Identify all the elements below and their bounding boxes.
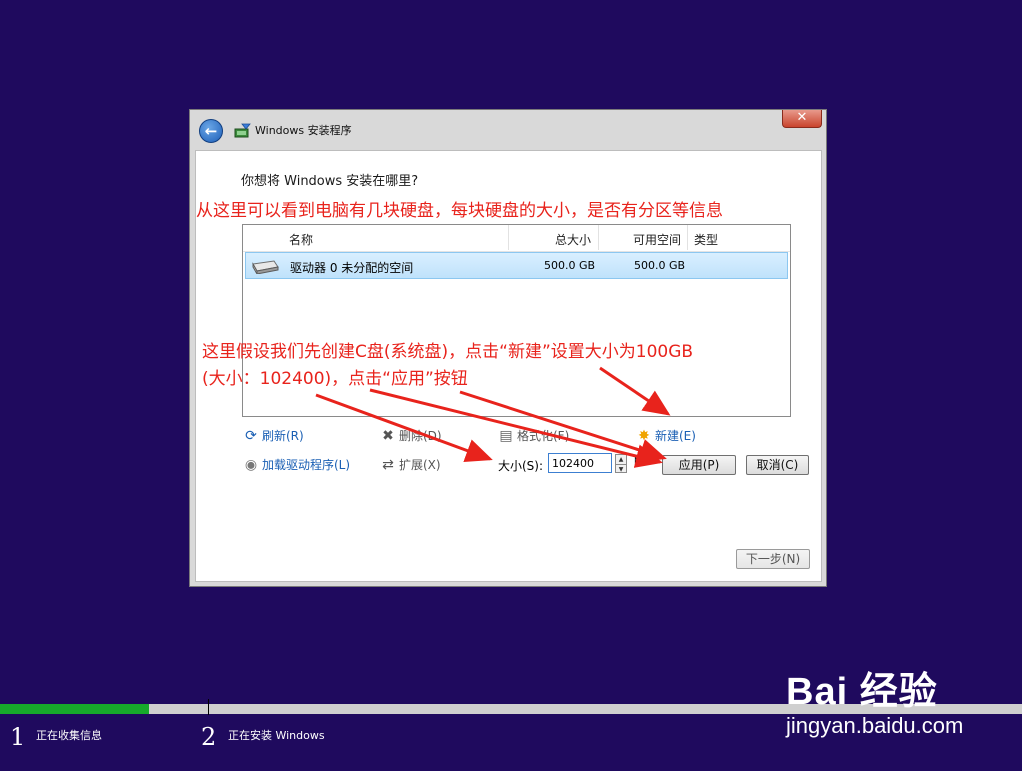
size-unit: MB (634, 457, 648, 467)
size-stepper[interactable]: ▲ ▼ (615, 454, 627, 473)
next-button[interactable]: 下一步(N) (736, 549, 810, 569)
refresh-icon: ⟳ (245, 427, 257, 444)
extend-label: 扩展(X) (399, 458, 441, 472)
progress-divider (208, 699, 209, 715)
format-action[interactable]: ▤ 格式化(F) (498, 427, 569, 444)
delete-icon: ✖ (382, 427, 394, 444)
row-free-space: 500.0 GB (634, 259, 686, 272)
header-total-size[interactable]: 总大小 (555, 231, 591, 248)
stepper-up-icon[interactable]: ▲ (616, 455, 626, 465)
extend-action[interactable]: ⇄ 扩展(X) (380, 456, 441, 473)
size-label: 大小(S): (498, 459, 544, 473)
table-header: 名称 总大小 可用空间 类型 (243, 225, 790, 252)
row-disk-name: 驱动器 0 未分配的空间 (290, 261, 414, 275)
header-name[interactable]: 名称 (289, 231, 313, 248)
annotation-line-2: 这里假设我们先创建C盘(系统盘)，点击“新建”设置大小为100GB (202, 342, 694, 362)
apply-button[interactable]: 应用(P) (662, 455, 736, 475)
format-drive-icon: ▤ (499, 427, 513, 444)
column-separator (598, 225, 599, 250)
column-separator (508, 225, 509, 250)
step-2-number: 2 (201, 723, 217, 751)
header-type[interactable]: 类型 (694, 231, 718, 248)
new-label: 新建(E) (655, 429, 696, 443)
title-bar: ← Windows 安装程序 ✕ (190, 110, 826, 150)
load-driver-label: 加载驱动程序(L) (262, 458, 351, 472)
size-input[interactable] (548, 453, 612, 473)
step-1-label: 正在收集信息 (36, 729, 102, 742)
page-question: 你想将 Windows 安装在哪里? (241, 174, 419, 189)
format-label: 格式化(F) (517, 429, 570, 443)
delete-action[interactable]: ✖ 删除(D) (380, 427, 442, 444)
step-2-label: 正在安装 Windows (228, 729, 325, 742)
cancel-button[interactable]: 取消(C) (746, 455, 809, 475)
delete-label: 删除(D) (399, 429, 442, 443)
stepper-down-icon[interactable]: ▼ (616, 465, 626, 474)
refresh-label: 刷新(R) (262, 429, 304, 443)
new-action[interactable]: ✸ 新建(E) (636, 427, 696, 444)
baidu-jingyan-watermark: Bai 经验 jingyan.baidu.com (786, 660, 963, 739)
watermark-url: jingyan.baidu.com (786, 713, 964, 738)
annotation-line-3: (大小：102400)，点击“应用”按钮 (202, 369, 468, 389)
column-separator (687, 225, 688, 250)
disc-icon: ◉ (244, 456, 258, 473)
load-driver-action[interactable]: ◉ 加载驱动程序(L) (243, 456, 350, 473)
extend-icon: ⇄ (382, 456, 394, 473)
setup-dialog: ← Windows 安装程序 ✕ 你想将 Windows 安装在哪里? 从这里可… (189, 109, 827, 587)
table-row[interactable]: 驱动器 0 未分配的空间 500.0 GB 500.0 GB (245, 252, 788, 279)
refresh-action[interactable]: ⟳ 刷新(R) (243, 427, 304, 444)
back-arrow-icon[interactable]: ← (199, 119, 223, 143)
content-panel: 你想将 Windows 安装在哪里? 从这里可以看到电脑有几块硬盘，每块硬盘的大… (195, 150, 822, 582)
hard-drive-icon (252, 260, 279, 274)
row-total-size: 500.0 GB (544, 259, 596, 272)
annotation-text-2: 这里假设我们先创建C盘(系统盘)，点击“新建”设置大小为100GB (大小：10… (202, 339, 693, 393)
annotation-text-1: 从这里可以看到电脑有几块硬盘，每块硬盘的大小，是否有分区等信息 (196, 201, 723, 221)
header-free-space[interactable]: 可用空间 (633, 231, 681, 248)
new-star-icon: ✸ (638, 427, 650, 444)
window-title: Windows 安装程序 (255, 124, 352, 137)
progress-fill (0, 704, 150, 714)
close-button[interactable]: ✕ (782, 110, 822, 128)
step-1-number: 1 (10, 723, 26, 751)
windows-setup-icon (234, 123, 251, 138)
watermark-brand: Bai 经验 (786, 671, 938, 713)
